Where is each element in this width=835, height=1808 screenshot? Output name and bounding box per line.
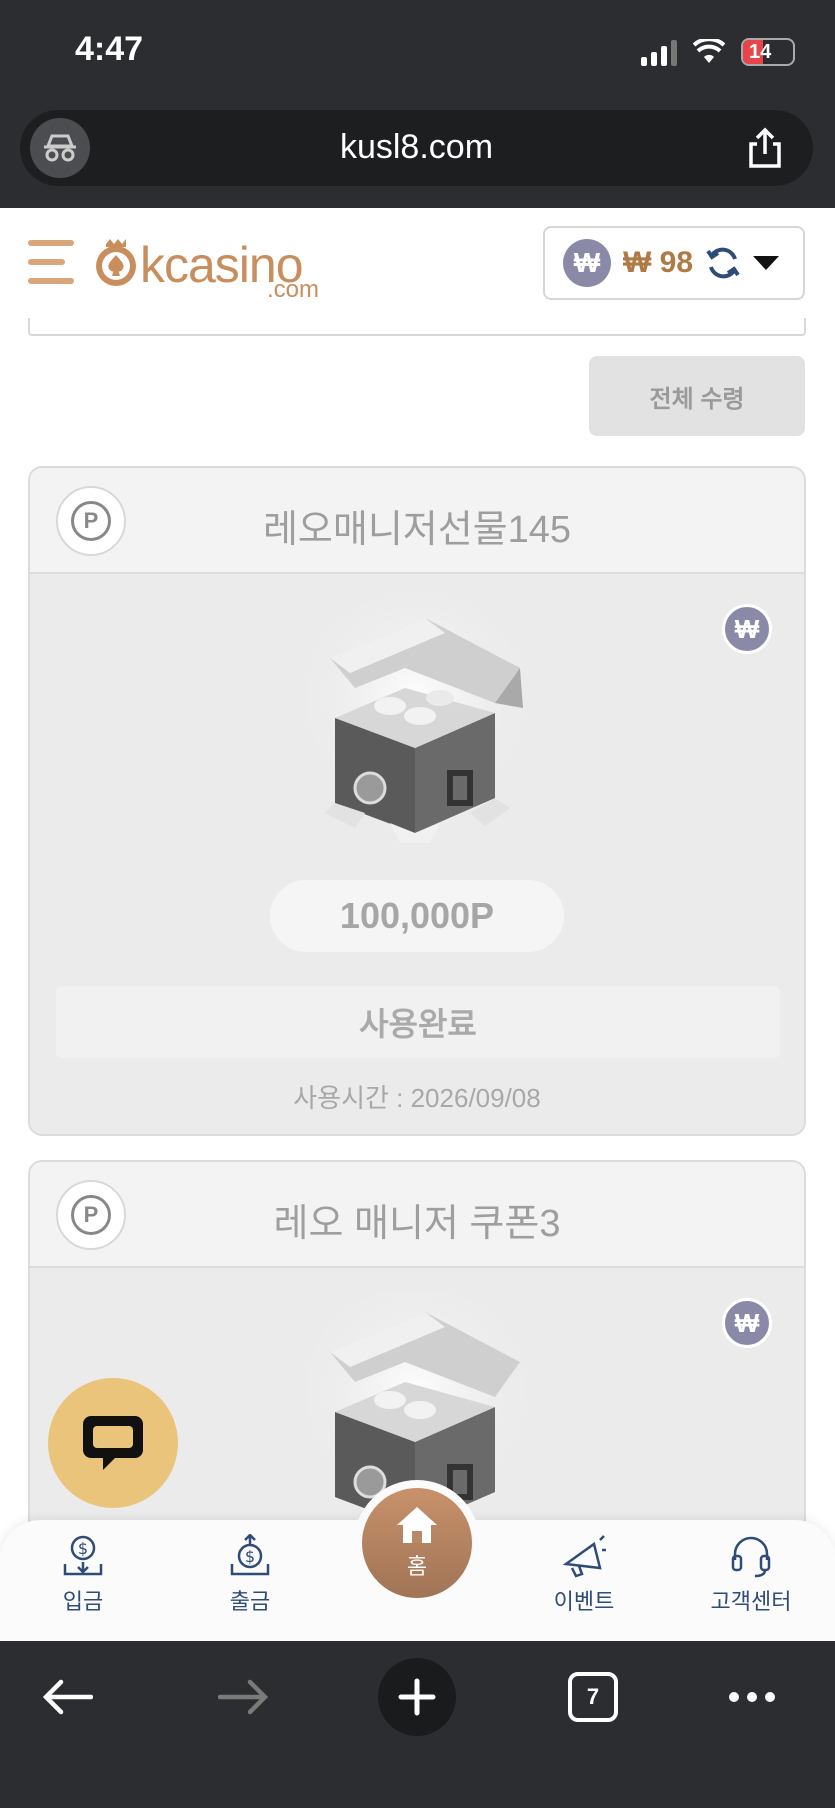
- nav-support[interactable]: 고객센터: [686, 1534, 816, 1616]
- points-amount: 100,000P: [270, 880, 564, 952]
- new-tab-button[interactable]: [378, 1658, 456, 1736]
- used-status-button[interactable]: 사용완료: [56, 986, 780, 1058]
- headset-icon: [731, 1536, 771, 1578]
- bottom-navigation: $ 입금 $ 출금 홈 이벤트 고객센터: [0, 1480, 835, 1641]
- site-header: kcasino .com ₩ ₩ 98: [0, 208, 835, 318]
- browser-toolbar: 7: [0, 1641, 835, 1808]
- tabs-button[interactable]: 7: [565, 1669, 621, 1725]
- svg-text:$: $: [78, 1539, 88, 1558]
- plus-icon: [378, 1658, 456, 1736]
- forward-arrow-icon: [218, 1679, 268, 1715]
- refresh-icon[interactable]: [705, 245, 741, 281]
- won-badge-icon: ₩: [722, 604, 772, 654]
- coupon-card-header: P 레오 매니저 쿠폰3: [30, 1162, 804, 1268]
- address-bar[interactable]: kusl8.com: [20, 110, 813, 186]
- nav-withdraw[interactable]: $ 출금: [185, 1534, 315, 1616]
- logo-spade-icon: [96, 239, 136, 286]
- battery-icon: 14: [741, 38, 795, 66]
- site-logo[interactable]: kcasino .com: [92, 236, 319, 303]
- more-dots-icon: [729, 1692, 775, 1702]
- status-icons: 14: [641, 38, 795, 66]
- home-icon: [397, 1507, 437, 1543]
- nav-deposit[interactable]: $ 입금: [18, 1534, 148, 1616]
- wifi-icon: [693, 39, 725, 63]
- coupon-title: 레오매니저선물145: [262, 509, 572, 551]
- nav-events[interactable]: 이벤트: [519, 1534, 649, 1616]
- used-time-text: 사용시간 : 2026/09/08: [293, 1083, 541, 1113]
- nav-withdraw-label: 출금: [229, 1589, 271, 1614]
- nav-support-label: 고객센터: [710, 1589, 792, 1614]
- coupon-card-header: P 레오매니저선물145: [30, 468, 804, 574]
- nav-home[interactable]: 홈: [354, 1480, 480, 1606]
- url-text[interactable]: kusl8.com: [20, 128, 813, 167]
- status-bar: 4:47 14: [0, 0, 835, 105]
- battery-level: 14: [749, 40, 772, 63]
- more-button[interactable]: [722, 1669, 782, 1725]
- nav-deposit-label: 입금: [62, 1589, 104, 1614]
- tab-count: 7: [568, 1672, 618, 1722]
- forward-button[interactable]: [215, 1669, 271, 1725]
- cellular-signal-icon: [641, 38, 677, 66]
- dropdown-caret-icon[interactable]: [753, 256, 780, 270]
- wallet-balance[interactable]: ₩ ₩ 98: [543, 226, 805, 300]
- nav-events-label: 이벤트: [553, 1589, 615, 1614]
- withdraw-icon: $: [230, 1534, 270, 1576]
- status-time: 4:47: [75, 30, 144, 68]
- web-page: kcasino .com ₩ ₩ 98 전체 수령 P 레오매니저선물145 ₩: [0, 208, 835, 1641]
- balance-amount: ₩ 98: [623, 246, 694, 279]
- share-icon[interactable]: [745, 126, 785, 170]
- back-button[interactable]: [40, 1669, 96, 1725]
- svg-text:$: $: [245, 1547, 255, 1566]
- megaphone-icon: [562, 1535, 606, 1578]
- chat-bubble-icon: [83, 1416, 143, 1470]
- claim-all-button[interactable]: 전체 수령: [589, 356, 805, 436]
- coupon-title: 레오 매니저 쿠폰3: [273, 1203, 561, 1245]
- won-badge-icon: ₩: [722, 1298, 772, 1348]
- nav-home-label: 홈: [406, 1554, 428, 1579]
- back-arrow-icon: [43, 1679, 93, 1715]
- menu-icon[interactable]: [28, 240, 74, 284]
- logo-suffix: .com: [267, 276, 320, 303]
- deposit-icon: $: [63, 1535, 103, 1576]
- coupon-card: P 레오매니저선물145 ₩ 100,000P 사용완료 사용시간: 2026…: [28, 466, 806, 1136]
- won-icon: ₩: [563, 239, 611, 287]
- live-chat-button[interactable]: [48, 1378, 178, 1508]
- treasure-chest-icon: [300, 598, 530, 843]
